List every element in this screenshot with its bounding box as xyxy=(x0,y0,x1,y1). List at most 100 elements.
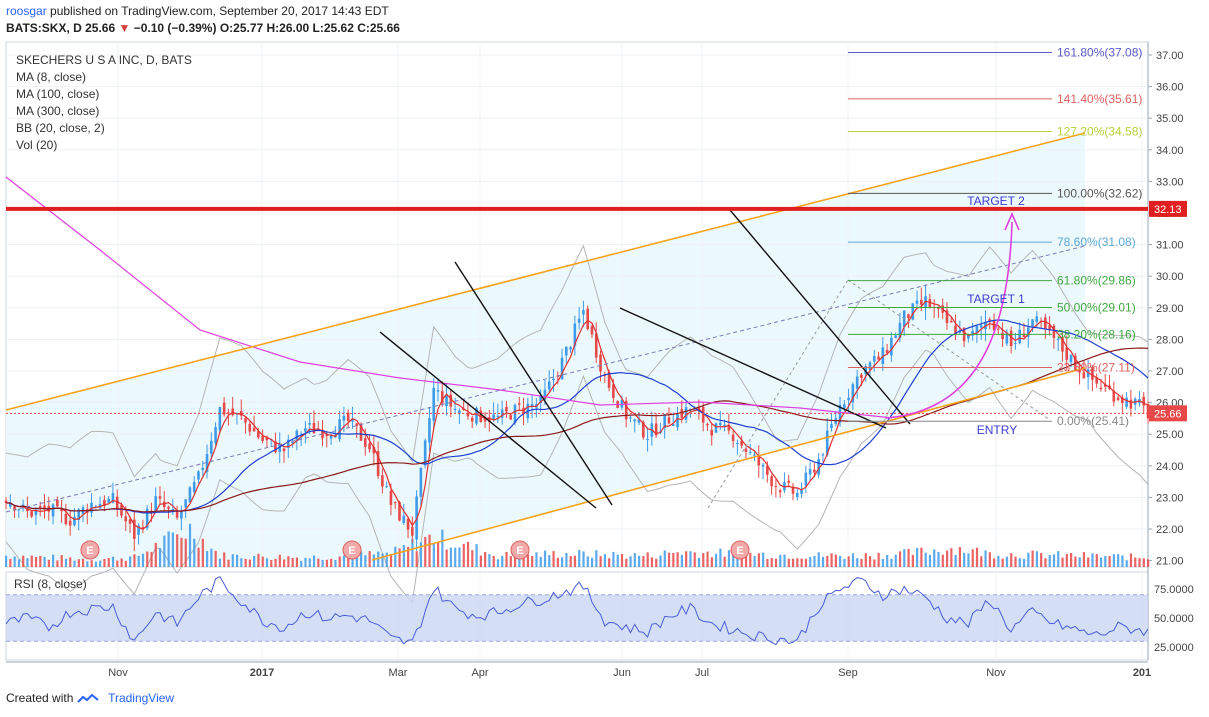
volume-bar xyxy=(650,557,654,567)
volume-bar xyxy=(188,523,192,567)
candle-body xyxy=(363,438,367,447)
volume-bar xyxy=(47,559,50,567)
candle-body xyxy=(308,422,311,425)
price-tick-label: 23.00 xyxy=(1156,492,1184,504)
candle-body xyxy=(877,356,880,360)
volume-bar xyxy=(1112,554,1115,567)
candle-body xyxy=(492,414,495,419)
volume-bar xyxy=(99,560,102,567)
price-tick-label: 30.00 xyxy=(1156,271,1184,283)
volume-bar xyxy=(689,551,692,567)
volume-bar xyxy=(120,558,123,567)
candle-body xyxy=(201,467,205,471)
candle-body xyxy=(586,308,589,330)
candle-body xyxy=(56,499,59,507)
volume-bar xyxy=(34,556,38,567)
candle-body xyxy=(180,511,183,519)
candle-body xyxy=(171,509,175,511)
symbol-label: BATS:SKX, D xyxy=(6,21,82,35)
rsi-tick-label: 50.0000 xyxy=(1154,613,1194,625)
candle-body xyxy=(509,415,513,420)
volume-bar xyxy=(193,538,196,567)
candle-body xyxy=(304,428,307,432)
volume-bar xyxy=(941,554,944,567)
candle-body xyxy=(517,403,521,405)
change-label: −0.10 (−0.39%) xyxy=(133,21,217,35)
volume-bar xyxy=(864,553,867,567)
candle-body xyxy=(1018,329,1021,344)
fib-level-label: 61.80%(29.86) xyxy=(1057,274,1136,288)
volume-bar xyxy=(308,558,311,567)
candle-body xyxy=(38,506,42,508)
price-chart[interactable]: 37.0036.0035.0034.0033.0032.0031.0030.00… xyxy=(0,0,1209,717)
volume-bar xyxy=(466,541,470,567)
candle-body xyxy=(731,434,735,442)
candle-body xyxy=(470,417,474,422)
candle-body xyxy=(804,472,808,486)
candle-body xyxy=(432,387,436,421)
volume-bar xyxy=(586,556,589,567)
candle-body xyxy=(770,476,773,487)
candle-body xyxy=(402,515,406,523)
volume-bar xyxy=(1070,552,1073,567)
candle-body xyxy=(210,440,213,454)
author-name[interactable]: roosgar xyxy=(6,4,47,18)
volume-bar xyxy=(993,558,996,567)
volume-bar xyxy=(1091,553,1094,567)
indicator-vol[interactable]: Vol (20) xyxy=(16,138,57,152)
resistance-price-label: 32.13 xyxy=(1154,204,1182,216)
volume-bar xyxy=(184,538,187,567)
candle-body xyxy=(646,439,649,441)
volume-bar xyxy=(719,548,722,567)
candle-body xyxy=(312,422,316,434)
tradingview-brand[interactable]: TradingView xyxy=(108,691,174,705)
volume-bar xyxy=(1014,556,1017,567)
volume-bar xyxy=(9,558,12,567)
volume-bar xyxy=(723,556,726,567)
volume-bar xyxy=(206,551,209,567)
volume-bar xyxy=(116,560,119,567)
indicator-bb[interactable]: BB (20, close, 2) xyxy=(16,121,105,135)
candle-body xyxy=(744,448,748,453)
candle-body xyxy=(218,407,222,431)
candle-body xyxy=(1005,333,1009,344)
candle-body xyxy=(385,486,388,488)
candle-body xyxy=(17,509,21,511)
indicator-ma100[interactable]: MA (100, close) xyxy=(16,87,99,101)
candle-body xyxy=(872,356,876,362)
candle-body xyxy=(778,490,782,493)
indicator-title[interactable]: SKECHERS U S A INC, D, BATS xyxy=(16,53,192,67)
volume-bar xyxy=(227,559,230,567)
volume-bar xyxy=(800,558,803,567)
volume-bar xyxy=(90,560,93,567)
candle-body xyxy=(124,516,128,522)
volume-bar xyxy=(894,554,897,567)
last-price-label: 25.66 xyxy=(85,21,116,35)
price-tick-label: 35.00 xyxy=(1156,113,1184,125)
volume-bar xyxy=(321,559,324,567)
candle-body xyxy=(342,415,346,421)
volume-bar xyxy=(916,547,919,567)
volume-bar xyxy=(295,557,299,567)
rsi-label[interactable]: RSI (8, close) xyxy=(14,577,87,591)
volume-bar xyxy=(984,550,987,567)
volume-bar xyxy=(543,550,547,567)
volume-bar xyxy=(86,561,89,567)
volume-bar xyxy=(475,544,478,567)
volume-bar xyxy=(141,553,145,567)
volume-bar xyxy=(13,556,16,567)
indicator-ma300[interactable]: MA (300, close) xyxy=(16,104,99,118)
volume-bar xyxy=(851,553,855,567)
volume-bar xyxy=(595,550,598,567)
candle-body xyxy=(1052,325,1056,338)
candle-body xyxy=(248,423,252,432)
candle-body xyxy=(894,335,897,339)
indicator-ma8[interactable]: MA (8, close) xyxy=(16,70,86,84)
volume-bar xyxy=(364,555,367,567)
volume-bar xyxy=(26,558,29,567)
volume-bar xyxy=(441,529,444,567)
volume-bar xyxy=(411,538,414,567)
candle-body xyxy=(261,435,264,441)
candle-body xyxy=(949,320,953,323)
price-tick-label: 37.00 xyxy=(1156,50,1184,62)
